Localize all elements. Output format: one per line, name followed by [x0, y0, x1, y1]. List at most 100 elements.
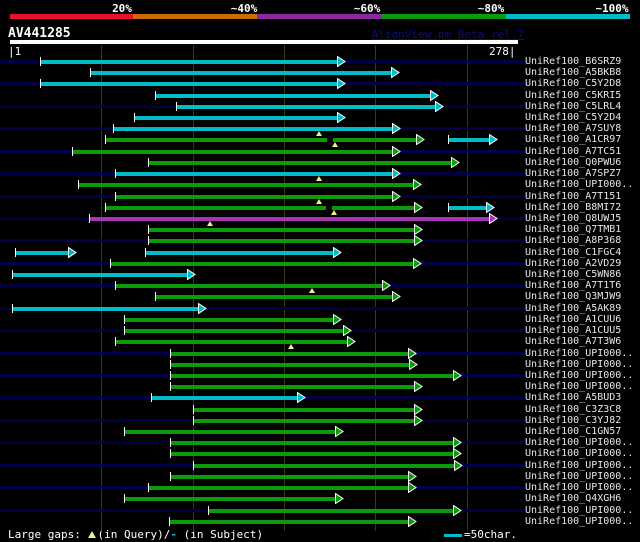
hit-label[interactable]: UniRef100_C5Y2D8 [525, 78, 621, 89]
alignment-bar [169, 519, 409, 524]
arrowhead-icon [337, 55, 346, 68]
hit-label[interactable]: UniRef100_A7SPZ7 [525, 168, 621, 179]
hit-label[interactable]: UniRef100_C5WN86 [525, 269, 621, 280]
alignment-bar [40, 82, 338, 87]
alignment-row: UniRef100_UPI000.. [0, 369, 640, 382]
query-gap-icon [309, 288, 315, 294]
hit-label[interactable]: UniRef100_A1CUU5 [525, 325, 621, 336]
segment-start-tick [105, 135, 106, 145]
arrowhead-icon [337, 111, 346, 124]
segment-start-tick [193, 404, 194, 414]
hit-label[interactable]: UniRef100_UPI000.. [525, 359, 633, 370]
hit-label[interactable]: UniRef100_Q7TMB1 [525, 224, 621, 235]
alignment-bar [208, 508, 454, 513]
arrowhead-icon [347, 335, 356, 348]
segment-start-tick [176, 101, 177, 111]
hit-label[interactable]: UniRef100_UPI000.. [525, 482, 633, 493]
hit-label[interactable]: UniRef100_A5BUD3 [525, 392, 621, 403]
arrowhead-icon [414, 414, 423, 427]
hit-label[interactable]: UniRef100_A1CUU6 [525, 314, 621, 325]
alignment-row: UniRef100_A7TC51 [0, 145, 640, 158]
hit-label[interactable]: UniRef100_Q8UWJ5 [525, 213, 621, 224]
alignment-bar [448, 138, 490, 143]
arrowhead-icon [453, 448, 462, 460]
hit-label[interactable]: UniRef100_UPI000.. [525, 460, 633, 471]
hit-label[interactable]: UniRef100_UPI000.. [525, 448, 633, 459]
gridline-50char [467, 45, 468, 531]
hit-label[interactable]: UniRef100_UPI000.. [525, 516, 633, 527]
hit-label[interactable]: UniRef100_C3YJ82 [525, 415, 621, 426]
hit-label[interactable]: UniRef100_A5BKB8 [525, 67, 621, 78]
segment-start-tick [155, 292, 156, 302]
hit-label[interactable]: UniRef100_C3Z3C8 [525, 404, 621, 415]
arrowhead-icon [333, 246, 342, 259]
hit-label[interactable]: UniRef100_C5KRI5 [525, 90, 621, 101]
query-ruler-bar [10, 40, 518, 44]
arrowhead-icon [486, 201, 495, 214]
hit-label[interactable]: UniRef100_A7T151 [525, 191, 621, 202]
hit-label[interactable]: UniRef100_A5AK89 [525, 303, 621, 314]
arrowhead-icon [409, 358, 418, 371]
arrowhead-icon [337, 77, 346, 90]
hit-label[interactable]: UniRef100_UPI000.. [525, 471, 633, 482]
alignment-bar [12, 273, 188, 278]
alignment-bar [170, 373, 454, 378]
hit-label[interactable]: UniRef100_UPI000.. [525, 437, 633, 448]
alignment-row: UniRef100_UPI000.. [0, 358, 640, 371]
segment-start-tick [148, 236, 149, 246]
arrowhead-icon [435, 100, 444, 113]
hit-label[interactable]: UniRef100_UPI000.. [525, 381, 633, 392]
alignment-bar [170, 441, 454, 446]
alignment-row: UniRef100_A8P368 [0, 234, 640, 247]
segment-start-tick [124, 494, 125, 504]
segment-start-tick [145, 247, 146, 257]
alignment-bar [105, 205, 415, 210]
hit-label[interactable]: UniRef100_A7TC51 [525, 146, 621, 157]
hit-label[interactable]: UniRef100_B6SRZ9 [525, 56, 621, 67]
hit-label[interactable]: UniRef100_Q3MJW9 [525, 291, 621, 302]
segment-start-tick [148, 157, 149, 167]
alignment-row: UniRef100_C1GN57 [0, 425, 640, 438]
hit-label[interactable]: UniRef100_C5LRL4 [525, 101, 621, 112]
hit-label[interactable]: UniRef100_C5Y2D4 [525, 112, 621, 123]
alignment-bar [15, 250, 69, 255]
alignment-bar [148, 239, 415, 244]
query-gap-icon [332, 142, 338, 148]
arrowhead-icon [413, 178, 422, 191]
segment-start-tick [170, 370, 171, 380]
alignment-bar [40, 60, 338, 64]
hit-label[interactable]: UniRef100_B8MI72 [525, 202, 621, 213]
hit-label[interactable]: UniRef100_UPI000.. [525, 370, 633, 381]
hit-label[interactable]: UniRef100_A8P368 [525, 235, 621, 246]
segment-start-tick [12, 270, 13, 280]
alignment-bar [151, 396, 298, 401]
identity-legend-label: ~40% [230, 2, 258, 15]
gaps-legend-prefix: Large gaps: [8, 528, 88, 541]
hit-label[interactable]: UniRef100_UPI000.. [525, 348, 633, 359]
alignment-bar [145, 250, 334, 255]
hit-label[interactable]: UniRef100_C1FGC4 [525, 247, 621, 258]
gaps-legend-suffix: (in Subject) [176, 528, 264, 541]
alignment-row: UniRef100_A7SUY8 [0, 122, 640, 137]
arrowhead-icon [392, 291, 401, 303]
hit-label[interactable]: UniRef100_A7SUY8 [525, 123, 621, 134]
hit-label[interactable]: UniRef100_A1CR97 [525, 134, 621, 145]
arrowhead-icon [335, 492, 344, 505]
arrowhead-icon [198, 302, 207, 315]
alignment-row: UniRef100_A1CUU6 [0, 313, 640, 326]
arrowhead-icon [408, 470, 417, 483]
hit-label[interactable]: UniRef100_A7T3W6 [525, 336, 621, 347]
hit-label[interactable]: UniRef100_Q0PWU6 [525, 157, 621, 168]
alignment-row: UniRef100_Q0PWU6 [0, 156, 640, 169]
hit-label[interactable]: UniRef100_Q4XGH6 [525, 493, 621, 504]
hit-label[interactable]: UniRef100_UPI000.. [525, 505, 633, 516]
hit-label[interactable]: UniRef100_UPI000.. [525, 179, 633, 190]
hit-label[interactable]: UniRef100_C1GN57 [525, 426, 621, 437]
alignment-bar [124, 329, 344, 334]
arrowhead-icon [391, 66, 400, 79]
hit-label[interactable]: UniRef100_A7T1T6 [525, 280, 621, 291]
query-gap-triangle-icon [88, 531, 97, 538]
arrowhead-icon [453, 369, 462, 382]
hit-label[interactable]: UniRef100_A2VD29 [525, 258, 621, 269]
segment-start-tick [90, 68, 91, 78]
